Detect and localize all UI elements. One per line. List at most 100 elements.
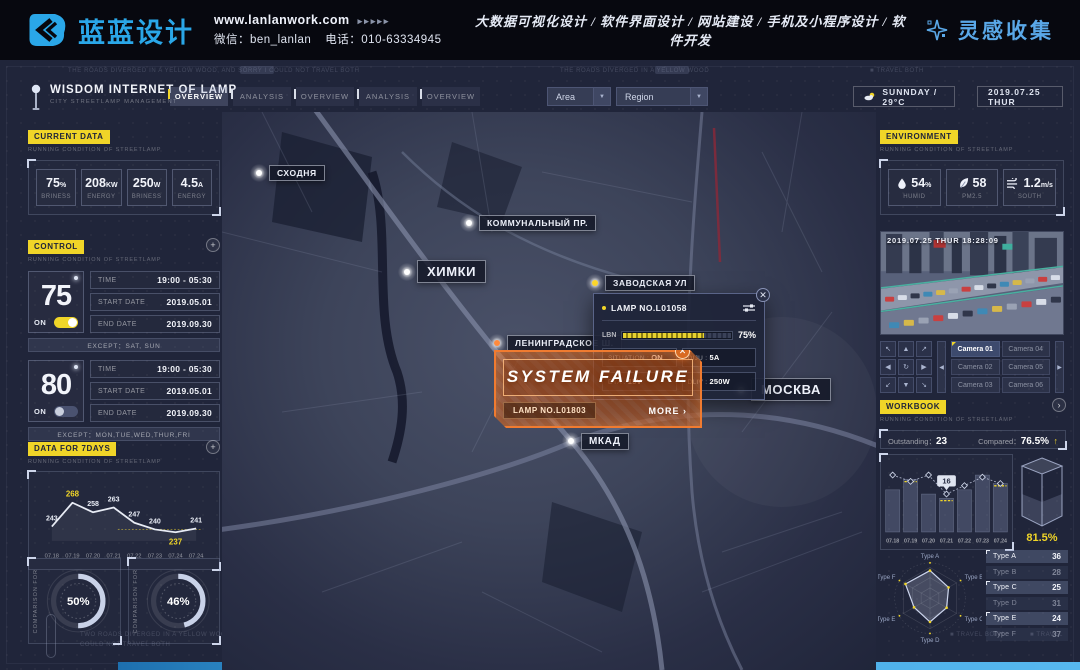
svg-text:Type E: Type E bbox=[878, 617, 895, 623]
city-map[interactable]: СХОДНЯ КОММУНАЛЬНЫЙ ПР. ХИМКИ ЗАВОДСКАЯ … bbox=[222, 112, 876, 670]
chip-decoration bbox=[240, 66, 274, 74]
refresh-button[interactable]: ↻ bbox=[898, 359, 914, 375]
svg-text:07.24: 07.24 bbox=[994, 538, 1007, 544]
type-e-row[interactable]: Type E24 bbox=[986, 612, 1068, 625]
phone-number: 电话：010-63334945 bbox=[325, 34, 441, 46]
svg-text:243: 243 bbox=[46, 515, 58, 522]
schedule-2: 80 ON TIME 19:00 - 05:30 START DATE 2019… bbox=[28, 360, 220, 422]
start-date-row[interactable]: START DATE 2019.05.01 bbox=[90, 293, 220, 311]
type-b-row[interactable]: Type B28 bbox=[986, 566, 1068, 579]
collect-label: 灵感收集 bbox=[958, 15, 1054, 45]
more-button[interactable]: MORE › bbox=[649, 406, 694, 416]
area-select[interactable]: Area ▼ bbox=[547, 87, 611, 106]
svg-text:268: 268 bbox=[66, 490, 80, 499]
map-marker-kommunalny[interactable]: КОММУНАЛЬНЫЙ ПР. bbox=[460, 214, 596, 232]
svg-text:247: 247 bbox=[128, 512, 140, 519]
camera-next-button[interactable]: ▶ bbox=[1055, 341, 1064, 393]
time-row[interactable]: TIME 19:00 - 05:30 bbox=[90, 360, 220, 378]
metric-energy-kw: 208KW ENERGY bbox=[81, 169, 121, 206]
pan-right-button[interactable]: ▶ bbox=[916, 359, 932, 375]
type-a-row[interactable]: Type A36 bbox=[986, 550, 1068, 563]
svg-text:237: 237 bbox=[169, 538, 183, 547]
camera-06-button[interactable]: Camera 06 bbox=[1002, 377, 1051, 393]
camera-03-button[interactable]: Camera 03 bbox=[951, 377, 1000, 393]
pan-up-left-button[interactable]: ↖ bbox=[880, 341, 896, 357]
type-analysis-panel: Type AType BType CType DType EType F Typ… bbox=[878, 546, 1068, 654]
schedule-toggle[interactable] bbox=[54, 406, 78, 417]
lbn-label: LBN bbox=[602, 332, 616, 339]
svg-text:07.22: 07.22 bbox=[958, 538, 971, 544]
type-d-row[interactable]: Type D31 bbox=[986, 597, 1068, 610]
end-date-row[interactable]: END DATE 2019.09.30 bbox=[90, 315, 220, 333]
camera-list: Camera 01 Camera 04 Camera 02 Camera 05 … bbox=[951, 341, 1050, 393]
leaf-icon bbox=[958, 177, 969, 189]
type-radar-chart: Type AType BType CType DType EType F bbox=[878, 546, 982, 654]
dashboard-header: WISDOM INTERNET OF LAMP CITY STREETLAMP … bbox=[0, 84, 1080, 114]
comparison-gauge-1: COMPARISON FOR 50% bbox=[28, 558, 121, 644]
banner-contact: www.lanlanwork.com▸▸▸▸▸ 微信：ben_lanlan电话：… bbox=[214, 13, 455, 47]
lamp-pin-icon bbox=[586, 274, 604, 292]
date-text: 2019.07.25 THUR bbox=[988, 87, 1052, 107]
control-panel: CONTROL + RUNNING CONDITION OF STREETLAM… bbox=[28, 236, 220, 441]
pan-up-button[interactable]: ▲ bbox=[898, 341, 914, 357]
camera-dpad: ↖ ▲ ↗ ◀ ↻ ▶ ↙ ▼ ↘ bbox=[880, 341, 932, 393]
region-select[interactable]: Region ▼ bbox=[616, 87, 708, 106]
pan-down-button[interactable]: ▼ bbox=[898, 377, 914, 393]
tab-overview-1[interactable]: OVERVIEW bbox=[170, 87, 228, 106]
panel-badge: CONTROL bbox=[28, 240, 84, 254]
tab-analysis-2[interactable]: ANALYSIS bbox=[359, 87, 417, 106]
tab-analysis-1[interactable]: ANALYSIS bbox=[233, 87, 291, 106]
tab-overview-2[interactable]: OVERVIEW bbox=[296, 87, 354, 106]
type-f-row[interactable]: Type F37 bbox=[986, 628, 1068, 641]
map-marker-mkad[interactable]: МКАД bbox=[562, 432, 629, 450]
camera-02-button[interactable]: Camera 02 bbox=[951, 359, 1000, 375]
lbn-value: 75% bbox=[738, 330, 756, 340]
camera-05-button[interactable]: Camera 05 bbox=[1002, 359, 1051, 375]
start-date-row[interactable]: START DATE 2019.05.01 bbox=[90, 382, 220, 400]
logo-text: 蓝蓝设计 bbox=[78, 11, 194, 50]
comparison-gauge-2: COMPARISON FOR 46% bbox=[128, 558, 221, 644]
lamp-pin-icon bbox=[488, 334, 506, 352]
time-row[interactable]: TIME 19:00 - 05:30 bbox=[90, 271, 220, 289]
svg-text:07.23: 07.23 bbox=[976, 538, 989, 544]
panel-badge: CURRENT DATA bbox=[28, 130, 110, 144]
add-button[interactable]: + bbox=[206, 440, 220, 454]
collect-button[interactable]: 灵感收集 bbox=[925, 15, 1054, 45]
camera-01-button[interactable]: Camera 01 bbox=[951, 341, 1000, 357]
end-date-row[interactable]: END DATE 2019.09.30 bbox=[90, 404, 220, 422]
workbook-bar-chart: 07.1807.1907.2007.2107.2207.2307.2416 bbox=[883, 457, 1010, 547]
pan-left-button[interactable]: ◀ bbox=[880, 359, 896, 375]
svg-text:Type F: Type F bbox=[878, 575, 896, 581]
svg-text:07.21: 07.21 bbox=[940, 538, 953, 544]
brightness-slider[interactable] bbox=[621, 331, 733, 340]
sliders-icon[interactable] bbox=[742, 303, 756, 313]
camera-controls: ↖ ▲ ↗ ◀ ↻ ▶ ↙ ▼ ↘ ◀ Camera 01 Camera 04 … bbox=[880, 341, 1064, 393]
camera-prev-button[interactable]: ◀ bbox=[937, 341, 946, 393]
svg-text:240: 240 bbox=[149, 518, 161, 525]
droplet-icon bbox=[897, 177, 907, 190]
brightness-fill bbox=[623, 333, 704, 338]
map-marker-khimki[interactable]: ХИМКИ bbox=[398, 260, 486, 283]
map-marker-skhodnya[interactable]: СХОДНЯ bbox=[250, 164, 325, 182]
environment-panel: ENVIRONMENT RUNNING CONDITION OF STREETL… bbox=[880, 126, 1064, 215]
map-marker-zavodskaya[interactable]: ЗАВОДСКАЯ УЛ bbox=[586, 274, 695, 292]
decor-text: THE ROADS DIVERGED IN A YELLOW WOOD, AND… bbox=[68, 68, 360, 74]
wechat-id: 微信：ben_lanlan bbox=[214, 34, 311, 46]
website-link[interactable]: www.lanlanwork.com bbox=[214, 13, 350, 27]
date-widget: 2019.07.25 THUR bbox=[977, 86, 1063, 107]
type-c-row[interactable]: Type C25 bbox=[986, 581, 1068, 594]
pan-down-right-button[interactable]: ↘ bbox=[916, 377, 932, 393]
add-schedule-button[interactable]: + bbox=[206, 238, 220, 252]
camera-feed[interactable]: 2019.07.25 THUR 18:28:09 bbox=[880, 231, 1064, 335]
expand-button[interactable]: › bbox=[1052, 398, 1066, 412]
pan-down-left-button[interactable]: ↙ bbox=[880, 377, 896, 393]
lanlan-logo: 蓝蓝设计 bbox=[26, 9, 194, 51]
svg-text:07.19: 07.19 bbox=[904, 538, 917, 544]
tab-overview-3[interactable]: OVERVIEW bbox=[422, 87, 480, 106]
sparkle-star-icon bbox=[925, 18, 949, 42]
camera-04-button[interactable]: Camera 04 bbox=[1002, 341, 1051, 357]
close-icon[interactable]: ✕ bbox=[756, 288, 770, 302]
pan-up-right-button[interactable]: ↗ bbox=[916, 341, 932, 357]
schedule-toggle[interactable] bbox=[54, 317, 78, 328]
svg-text:Type D: Type D bbox=[920, 638, 940, 644]
